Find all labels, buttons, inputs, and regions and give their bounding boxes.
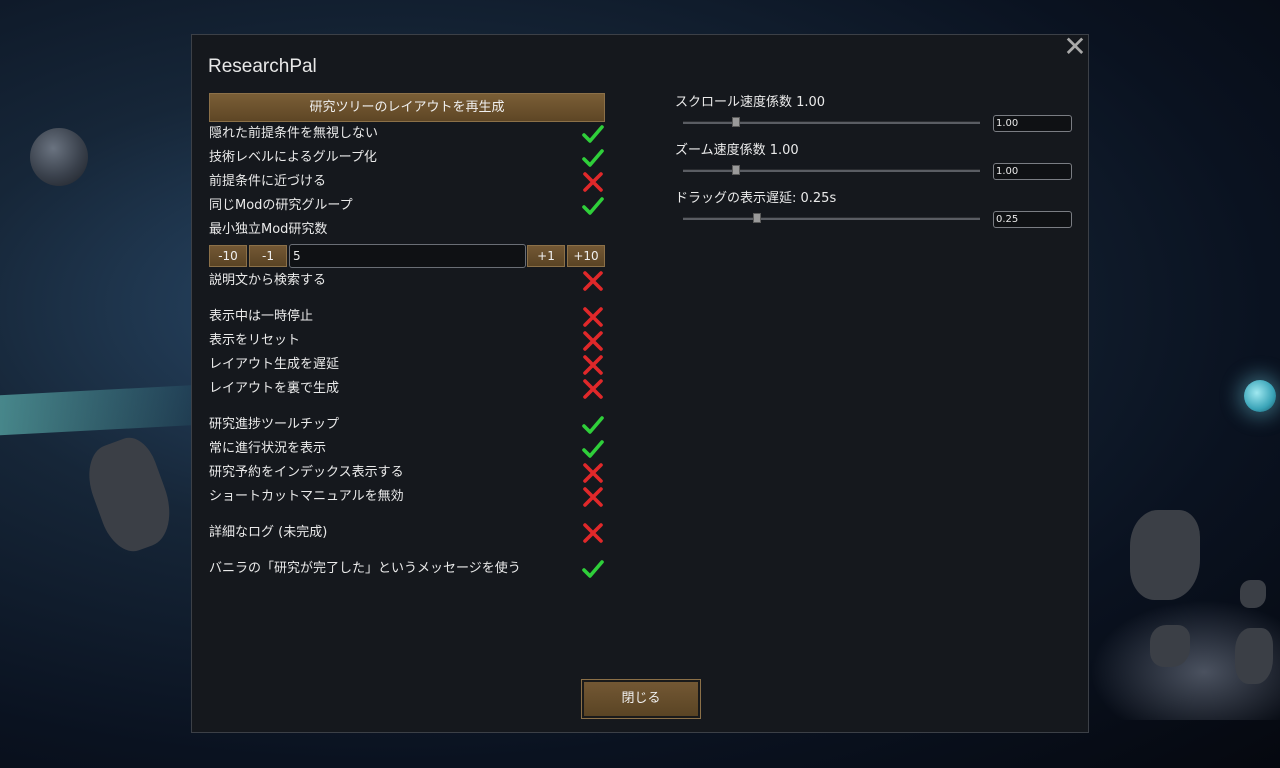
slider-label: ズーム速度係数 1.00 (675, 143, 799, 158)
setting-row: 表示をリセット (209, 329, 606, 353)
left-settings-column: 研究ツリーのレイアウトを再生成 隠れた前提条件を無視しない 技術レベルによるグルー… (209, 93, 606, 581)
background-glowing-planet (1244, 380, 1276, 412)
display-options-group: 表示中は一時停止 表示をリセットレイアウト生成を遅延 レイアウトを裏で生成 (209, 305, 606, 401)
cross-icon[interactable] (582, 462, 604, 484)
setting-row: 研究予約をインデックス表示する (209, 461, 606, 485)
cross-icon[interactable] (582, 171, 604, 193)
cross-icon[interactable] (582, 330, 604, 352)
setting-label: 表示をリセット (209, 333, 301, 348)
background-asteroid (1240, 580, 1266, 608)
setting-row: レイアウトを裏で生成 (209, 377, 606, 401)
slider-setting: ズーム速度係数 1.00 1.00 (675, 141, 1072, 189)
setting-label: 説明文から検索する (209, 273, 327, 288)
setting-row: レイアウト生成を遅延 (209, 353, 606, 377)
dialog-title: ResearchPal (208, 56, 317, 77)
slider-value-input[interactable]: 1.00 (993, 163, 1072, 180)
tooltip-options-group: 研究進捗ツールチップ 常に進行状況を表示研究予約をインデックス表示する ショートカッ… (209, 413, 606, 509)
check-icon[interactable] (582, 123, 604, 145)
check-icon[interactable] (582, 147, 604, 169)
regenerate-layout-button[interactable]: 研究ツリーのレイアウトを再生成 (209, 93, 605, 122)
min-mod-research-label: 最小独立Mod研究数 (209, 222, 328, 237)
setting-row: 同じModの研究グループ (209, 194, 606, 218)
setting-label: 同じModの研究グループ (209, 198, 353, 213)
slider-value-input[interactable]: 0.25 (993, 211, 1072, 228)
setting-row: 説明文から検索する (209, 269, 606, 293)
setting-row: 表示中は一時停止 (209, 305, 606, 329)
setting-row: 詳細なログ (未完成) (209, 521, 606, 545)
setting-row: 隠れた前提条件を無視しない (209, 122, 606, 146)
min-mod-research-input[interactable]: 5 (289, 244, 526, 268)
slider-track[interactable] (683, 169, 980, 172)
setting-label: バニラの「研究が完了した」というメッセージを使う (209, 561, 521, 576)
setting-row: 技術レベルによるグループ化 (209, 146, 606, 170)
setting-label: レイアウト生成を遅延 (209, 357, 340, 372)
check-icon[interactable] (582, 195, 604, 217)
slider-value-input[interactable]: 1.00 (993, 115, 1072, 132)
verbose-log-group: 詳細なログ (未完成) (209, 521, 606, 545)
research-pal-settings-dialog: ✕ ResearchPal 研究ツリーのレイアウトを再生成 隠れた前提条件を無視… (191, 33, 1089, 733)
cross-icon[interactable] (582, 306, 604, 328)
setting-label: 研究進捗ツールチップ (209, 417, 340, 432)
setting-label: 詳細なログ (未完成) (209, 525, 328, 540)
plus-10-button[interactable]: +10 (567, 245, 605, 267)
plus-1-button[interactable]: +1 (527, 245, 565, 267)
vanilla-message-group: バニラの「研究が完了した」というメッセージを使う (209, 557, 606, 581)
slider-track[interactable] (683, 217, 980, 220)
background-asteroid (1150, 625, 1190, 667)
layout-options-group: 隠れた前提条件を無視しない 技術レベルによるグループ化 前提条件に近づける同じMod… (209, 122, 606, 218)
setting-label: レイアウトを裏で生成 (209, 381, 340, 396)
setting-label: 表示中は一時停止 (209, 309, 314, 324)
slider-setting: スクロール速度係数 1.00 1.00 (675, 93, 1072, 141)
setting-row: 前提条件に近づける (209, 170, 606, 194)
slider-setting: ドラッグの表示遅延: 0.25s 0.25 (675, 189, 1072, 237)
setting-row: ショートカットマニュアルを無効 (209, 485, 606, 509)
background-asteroid (1130, 510, 1200, 600)
setting-label: 常に進行状況を表示 (209, 441, 327, 456)
min-mod-research-stepper: -10 -1 5 +1 +10 (209, 243, 606, 269)
background-asteroid (78, 431, 182, 559)
minus-10-button[interactable]: -10 (209, 245, 247, 267)
minus-1-button[interactable]: -1 (249, 245, 287, 267)
check-icon[interactable] (582, 414, 604, 436)
setting-label: 隠れた前提条件を無視しない (209, 126, 379, 141)
setting-row: 研究進捗ツールチップ (209, 413, 606, 437)
check-icon[interactable] (582, 558, 604, 580)
slider-track[interactable] (683, 121, 980, 124)
cross-icon[interactable] (582, 354, 604, 376)
setting-row: 常に進行状況を表示 (209, 437, 606, 461)
search-description-group: 説明文から検索する (209, 269, 606, 293)
background-asteroid (1235, 628, 1273, 684)
slider-label: ドラッグの表示遅延: 0.25s (675, 191, 837, 206)
setting-label: 前提条件に近づける (209, 174, 327, 189)
cross-icon[interactable] (582, 486, 604, 508)
background-planet (30, 128, 88, 186)
setting-label: 研究予約をインデックス表示する (209, 465, 404, 480)
slider-thumb[interactable] (732, 165, 741, 175)
cross-icon[interactable] (582, 270, 604, 292)
background-nebula-band (0, 384, 200, 436)
min-mod-research-label-row: 最小独立Mod研究数 (209, 218, 606, 242)
close-icon[interactable]: ✕ (1062, 33, 1088, 61)
setting-label: 技術レベルによるグループ化 (209, 150, 377, 165)
slider-label: スクロール速度係数 1.00 (675, 95, 826, 110)
slider-thumb[interactable] (753, 213, 762, 223)
setting-label: ショートカットマニュアルを無効 (209, 489, 404, 504)
cross-icon[interactable] (582, 378, 604, 400)
right-settings-column: スクロール速度係数 1.00 1.00 ズーム速度係数 1.00 1.00 ドラッグの表… (675, 93, 1072, 237)
setting-row: バニラの「研究が完了した」というメッセージを使う (209, 557, 606, 581)
close-button[interactable]: 閉じる (581, 679, 701, 719)
cross-icon[interactable] (582, 522, 604, 544)
check-icon[interactable] (582, 438, 604, 460)
slider-thumb[interactable] (732, 117, 741, 127)
